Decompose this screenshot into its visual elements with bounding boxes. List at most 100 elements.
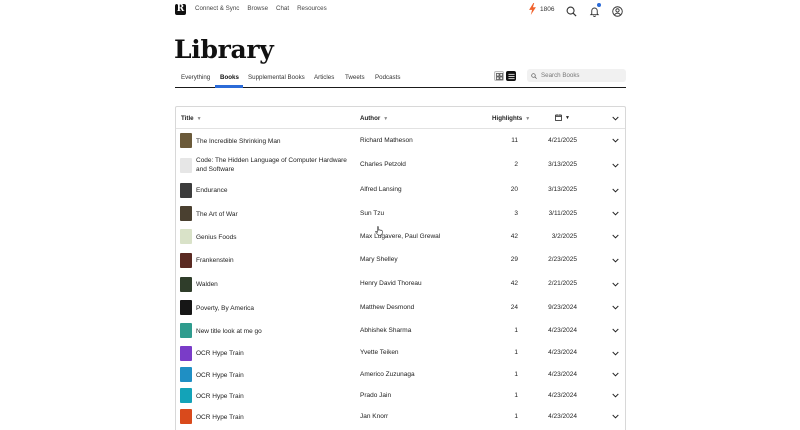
column-title-label: Title <box>181 115 194 122</box>
column-header-date[interactable]: ▼ <box>555 114 570 121</box>
expand-row-chevron-icon[interactable] <box>612 258 619 263</box>
book-title-link[interactable]: Endurance <box>196 186 356 195</box>
column-header-highlights[interactable]: Highlights ▼ <box>492 115 530 122</box>
book-title-link[interactable]: OCR Hype Train <box>196 413 356 422</box>
table-row[interactable]: Code: The Hidden Language of Computer Ha… <box>176 152 625 178</box>
book-title-link[interactable]: New title look at me go <box>196 327 356 336</box>
table-row[interactable]: OCR Hype Train Prado Jain 1 4/23/2024 <box>176 385 625 406</box>
book-author: Alfred Lansing <box>360 186 402 193</box>
nav-link-chat[interactable]: Chat <box>276 5 289 12</box>
column-header-title[interactable]: Title ▼ <box>181 115 202 122</box>
grid-view-button[interactable] <box>494 71 504 81</box>
book-author: Richard Matheson <box>360 136 413 144</box>
book-date: 4/23/2024 <box>548 412 577 420</box>
expand-row-chevron-icon[interactable] <box>612 414 619 419</box>
book-cover-thumbnail[interactable] <box>180 252 192 268</box>
table-row[interactable]: OCR Hype Train Americo Zuzunaga 1 4/23/2024 <box>176 364 625 385</box>
book-cover-thumbnail[interactable] <box>180 367 192 382</box>
book-title-link[interactable]: Walden <box>196 280 356 289</box>
book-cover-thumbnail[interactable] <box>180 345 192 361</box>
expand-row-chevron-icon[interactable] <box>612 328 619 333</box>
expand-row-chevron-icon[interactable] <box>612 282 619 287</box>
table-row[interactable]: Poverty, By America Matthew Desmond 24 9/23… <box>176 296 625 319</box>
tab-tweets[interactable]: Tweets <box>345 74 365 81</box>
books-table: Title ▼ Author ▼ Highlights ▼ ▼ The Incr… <box>175 106 626 430</box>
streak-counter[interactable]: 1806 <box>528 3 554 15</box>
expand-row-chevron-icon[interactable] <box>612 305 619 310</box>
top-nav: R Connect & Sync Browse Chat Resources 1… <box>0 0 800 20</box>
book-cover-thumbnail[interactable] <box>180 300 192 315</box>
nav-link-connect-sync[interactable]: Connect & Sync <box>195 5 239 12</box>
nav-link-resources[interactable]: Resources <box>297 5 327 12</box>
book-date: 4/23/2024 <box>548 370 577 378</box>
bell-icon[interactable] <box>589 3 601 17</box>
tab-articles[interactable]: Articles <box>314 74 334 81</box>
book-author: Yvette Teiken <box>360 349 399 356</box>
book-author: Jan Knorr <box>360 412 389 420</box>
expand-row-chevron-icon[interactable] <box>612 351 619 356</box>
book-cover-thumbnail[interactable] <box>180 133 192 148</box>
expand-row-chevron-icon[interactable] <box>612 234 619 239</box>
book-date: 3/2/2025 <box>551 232 577 240</box>
expand-row-chevron-icon[interactable] <box>612 138 619 143</box>
highlight-count: 1 <box>514 412 518 420</box>
book-author: Matthew Desmond <box>360 303 415 311</box>
highlight-count: 42 <box>510 280 518 287</box>
book-title-link[interactable]: The Incredible Shrinking Man <box>196 137 356 146</box>
tab-books[interactable]: Books <box>220 74 239 81</box>
table-row[interactable]: OCR Hype Train Yvette Teiken 1 4/23/2024 <box>176 342 625 364</box>
book-cover-thumbnail[interactable] <box>180 182 192 198</box>
book-cover-thumbnail[interactable] <box>180 206 192 221</box>
expand-row-chevron-icon[interactable] <box>612 188 619 193</box>
search-input[interactable] <box>541 72 621 79</box>
table-row[interactable]: Endurance Alfred Lansing 20 3/13/2025 <box>176 178 625 202</box>
list-view-button[interactable] <box>506 71 516 81</box>
user-icon[interactable] <box>612 4 623 17</box>
lightning-icon <box>529 3 536 15</box>
expand-row-chevron-icon[interactable] <box>612 211 619 216</box>
book-title-link[interactable]: Code: The Hidden Language of Computer Ha… <box>196 156 356 174</box>
notification-dot <box>597 3 601 7</box>
tab-supplemental-books[interactable]: Supplemental Books <box>248 74 305 81</box>
calendar-icon <box>555 114 562 121</box>
tab-everything[interactable]: Everything <box>181 74 210 81</box>
book-cover-thumbnail[interactable] <box>180 276 192 292</box>
table-row[interactable]: Walden Henry David Thoreau 42 2/21/2025 <box>176 272 625 296</box>
sort-caret-icon: ▼ <box>565 114 570 121</box>
table-row[interactable]: Frankenstein Mary Shelley 29 2/23/2025 <box>176 248 625 272</box>
app-logo[interactable]: R <box>175 4 186 15</box>
book-date: 2/21/2025 <box>548 280 577 287</box>
expand-row-chevron-icon[interactable] <box>612 163 619 168</box>
column-highlights-label: Highlights <box>492 115 523 122</box>
tab-podcasts[interactable]: Podcasts <box>375 74 400 81</box>
expand-row-chevron-icon[interactable] <box>612 393 619 398</box>
column-header-author[interactable]: Author ▼ <box>360 115 388 122</box>
table-row[interactable]: The Incredible Shrinking Man Richard Math… <box>176 129 625 152</box>
book-cover-thumbnail[interactable] <box>180 388 192 403</box>
hand-cursor-icon <box>375 226 383 236</box>
nav-link-browse[interactable]: Browse <box>247 5 268 12</box>
search-icon[interactable] <box>566 4 577 17</box>
table-row[interactable]: New title look at me go Abhishek Sharma 1 4… <box>176 319 625 342</box>
book-cover-thumbnail[interactable] <box>180 409 192 424</box>
book-cover-thumbnail[interactable] <box>180 229 192 244</box>
book-title-link[interactable]: Genius Foods <box>196 233 356 242</box>
highlight-count: 24 <box>510 303 518 311</box>
table-row[interactable]: Genius Foods Max Lugavere, Paul Grewal 42 3… <box>176 225 625 248</box>
book-title-link[interactable]: OCR Hype Train <box>196 371 356 380</box>
table-row[interactable]: The Art of War Sun Tzu 3 3/11/2025 <box>176 202 625 225</box>
book-title-link[interactable]: OCR Hype Train <box>196 392 356 401</box>
book-title-link[interactable]: OCR Hype Train <box>196 349 356 358</box>
book-author: Max Lugavere, Paul Grewal <box>360 232 441 240</box>
book-date: 4/23/2024 <box>548 326 577 334</box>
streak-count: 1806 <box>540 5 555 13</box>
expand-all-chevron-icon[interactable] <box>612 116 619 121</box>
table-row[interactable]: OCR Hype Train Jan Knorr 1 4/23/2024 <box>176 406 625 427</box>
book-cover-thumbnail[interactable] <box>180 157 192 173</box>
book-title-link[interactable]: The Art of War <box>196 210 356 219</box>
book-title-link[interactable]: Poverty, By America <box>196 304 356 313</box>
expand-row-chevron-icon[interactable] <box>612 372 619 377</box>
book-cover-thumbnail[interactable] <box>180 323 192 338</box>
highlight-count: 11 <box>511 136 518 144</box>
book-title-link[interactable]: Frankenstein <box>196 256 356 265</box>
